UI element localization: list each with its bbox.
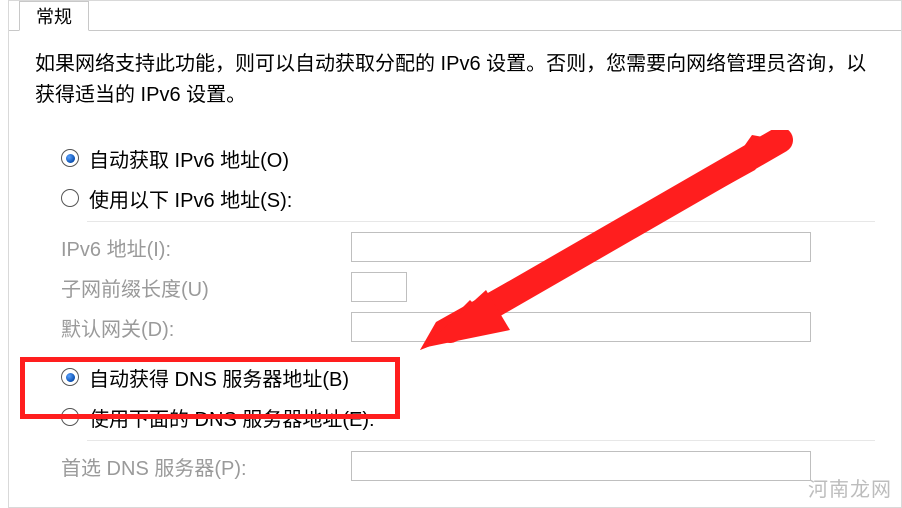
ipv6-address-label: IPv6 地址(I): (61, 233, 351, 262)
ipv6-group: 自动获取 IPv6 地址(O) 使用以下 IPv6 地址(S): IPv6 地址… (35, 139, 875, 346)
preferred-dns-label: 首选 DNS 服务器(P): (61, 452, 351, 481)
gateway-row: 默认网关(D): (61, 308, 875, 346)
radio-manual-dns-label: 使用下面的 DNS 服务器地址(E): (89, 403, 375, 432)
ipv6-address-input[interactable] (351, 232, 811, 262)
preferred-dns-row: 首选 DNS 服务器(P): (61, 447, 875, 485)
gateway-label: 默认网关(D): (61, 313, 351, 342)
tab-content: 如果网络支持此功能，则可以自动获取分配的 IPv6 设置。否则，您需要向网络管理… (9, 31, 901, 497)
radio-manual-ipv6-row: 使用以下 IPv6 地址(S): (61, 179, 875, 217)
radio-auto-ipv6[interactable] (61, 149, 79, 167)
description-text: 如果网络支持此功能，则可以自动获取分配的 IPv6 设置。否则，您需要向网络管理… (35, 49, 875, 111)
dialog-window: 常规 如果网络支持此功能，则可以自动获取分配的 IPv6 设置。否则，您需要向网… (8, 0, 902, 508)
radio-auto-ipv6-label: 自动获取 IPv6 地址(O) (89, 144, 289, 173)
preferred-dns-input[interactable] (351, 451, 811, 481)
prefix-row: 子网前缀长度(U) (61, 268, 875, 306)
radio-dot-icon (66, 154, 75, 163)
radio-auto-ipv6-row: 自动获取 IPv6 地址(O) (61, 139, 875, 177)
tab-bar: 常规 (9, 1, 901, 31)
ipv6-address-row: IPv6 地址(I): (61, 228, 875, 266)
radio-manual-ipv6-label: 使用以下 IPv6 地址(S): (89, 184, 292, 213)
prefix-label: 子网前缀长度(U) (61, 273, 351, 302)
dns-group: 自动获得 DNS 服务器地址(B) 使用下面的 DNS 服务器地址(E): 首选… (35, 358, 875, 485)
radio-auto-dns-label: 自动获得 DNS 服务器地址(B) (89, 363, 349, 392)
fieldset-divider (87, 221, 875, 222)
radio-manual-dns-row: 使用下面的 DNS 服务器地址(E): (61, 398, 875, 436)
tab-divider (9, 30, 901, 31)
watermark-text: 河南龙网 (808, 473, 892, 502)
fieldset-divider-dns (87, 440, 875, 441)
prefix-input[interactable] (351, 272, 407, 302)
tab-general[interactable]: 常规 (19, 1, 89, 31)
radio-auto-dns-row: 自动获得 DNS 服务器地址(B) (61, 358, 875, 396)
radio-manual-ipv6[interactable] (61, 189, 79, 207)
gateway-input[interactable] (351, 312, 811, 342)
radio-auto-dns[interactable] (61, 368, 79, 386)
radio-manual-dns[interactable] (61, 408, 79, 426)
radio-dot-icon (66, 373, 75, 382)
